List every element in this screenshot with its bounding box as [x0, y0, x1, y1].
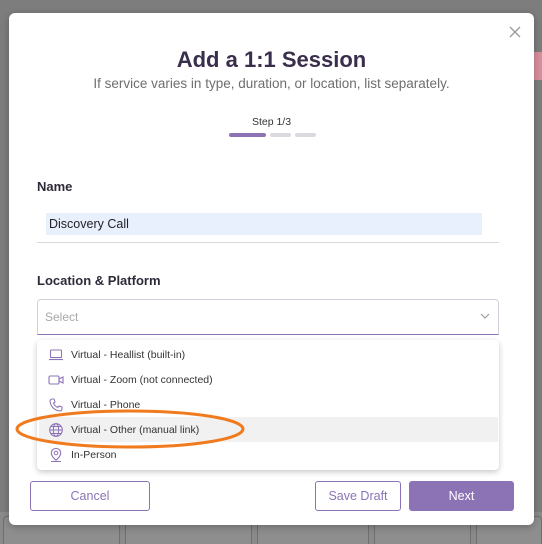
dropdown-option-label: Virtual - Zoom (not connected)	[71, 373, 213, 386]
globe-icon	[49, 422, 63, 437]
step-indicator-label: Step 1/3	[251, 116, 292, 128]
location-select[interactable]: Select	[37, 299, 499, 335]
location-dropdown: Virtual - Heallist (built-in) Virtual - …	[37, 340, 499, 470]
close-icon[interactable]	[507, 25, 523, 41]
dropdown-option-phone[interactable]: Virtual - Phone	[37, 392, 499, 417]
save-draft-button[interactable]: Save Draft	[315, 481, 401, 511]
laptop-icon	[49, 348, 63, 360]
name-label: Name	[37, 179, 73, 194]
add-session-modal: Add a 1:1 Session If service varies in t…	[9, 13, 534, 525]
cancel-button[interactable]: Cancel	[30, 481, 150, 511]
dropdown-option-label: Virtual - Phone	[71, 398, 141, 411]
name-field-underline	[37, 242, 499, 243]
chevron-down-icon	[480, 313, 490, 319]
step-bar-2	[270, 133, 291, 137]
close-icon-glyph	[509, 26, 521, 38]
video-camera-icon	[48, 374, 64, 385]
location-pin-icon	[50, 447, 62, 462]
next-button[interactable]: Next	[409, 481, 514, 511]
dropdown-option-heallist[interactable]: Virtual - Heallist (built-in)	[37, 342, 499, 367]
step-bar-3	[295, 133, 316, 137]
step-bar-1	[229, 133, 266, 137]
phone-icon	[49, 397, 63, 412]
dropdown-option-label: In-Person	[71, 448, 117, 461]
dropdown-option-other-link[interactable]: Virtual - Other (manual link)	[39, 417, 498, 442]
dropdown-option-label: Virtual - Other (manual link)	[71, 423, 200, 436]
modal-subtitle: If service varies in type, duration, or …	[93, 76, 450, 91]
modal-title: Add a 1:1 Session	[176, 47, 367, 72]
dropdown-option-label: Virtual - Heallist (built-in)	[71, 348, 186, 361]
dropdown-option-zoom[interactable]: Virtual - Zoom (not connected)	[37, 367, 499, 392]
name-input[interactable]: Discovery Call	[46, 213, 482, 235]
location-label: Location & Platform	[37, 273, 161, 288]
location-select-placeholder: Select	[45, 310, 79, 324]
step-progress	[229, 133, 316, 137]
dropdown-option-in-person[interactable]: In-Person	[37, 442, 499, 467]
